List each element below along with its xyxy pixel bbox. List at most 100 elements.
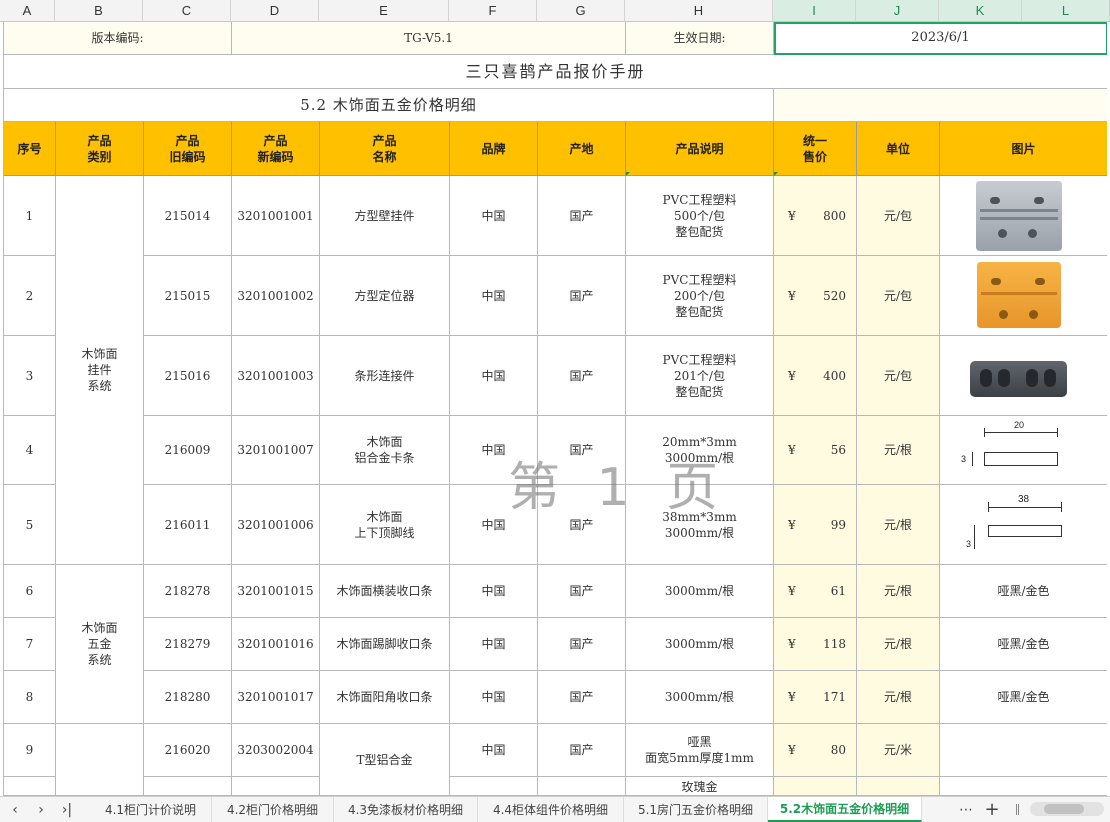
sheet-tab-1[interactable]: 4.1柜门计价说明 — [90, 797, 212, 822]
new-code-cell[interactable]: 3201001006 — [232, 485, 320, 565]
origin-cell[interactable] — [538, 777, 626, 796]
sheet-title[interactable]: 三只喜鹊产品报价手册 — [4, 55, 1107, 89]
new-code-cell[interactable]: 3201001007 — [232, 416, 320, 485]
description-cell[interactable]: 玫瑰金 — [626, 777, 774, 796]
old-code-cell[interactable]: 218280 — [144, 671, 232, 724]
brand-cell[interactable] — [450, 777, 538, 796]
column-header-D[interactable]: D — [231, 0, 319, 22]
sheet-tab-3[interactable]: 4.3免漆板材价格明细 — [334, 797, 478, 822]
version-value-cell[interactable]: TG-V5.1 — [232, 22, 626, 55]
new-code-cell[interactable]: 3201001017 — [232, 671, 320, 724]
description-cell[interactable]: PVC工程塑料 500个/包 整包配货 — [626, 176, 774, 256]
picture-cell[interactable] — [940, 777, 1107, 796]
unit-cell[interactable]: 元/根 — [857, 671, 940, 724]
unit-cell[interactable]: 元/根 — [857, 416, 940, 485]
price-cell[interactable]: ¥99 — [774, 485, 857, 565]
column-header-K[interactable]: K — [939, 0, 1022, 22]
sheet-tab-4[interactable]: 4.4柜体组件价格明细 — [478, 797, 624, 822]
tab-scroll-left-icon[interactable]: ‹ — [4, 797, 26, 822]
column-header-J[interactable]: J — [856, 0, 939, 22]
product-name-cell[interactable]: 方型定位器 — [320, 256, 450, 336]
sheet-tab-6[interactable]: 5.2木饰面五金价格明细 — [768, 797, 922, 822]
product-name-merged[interactable]: T型铝合金 — [320, 724, 450, 796]
table-header-1[interactable]: 序号 — [4, 122, 56, 176]
row-number-cell[interactable]: 2 — [4, 256, 56, 336]
unit-cell[interactable]: 元/根 — [857, 618, 940, 671]
brand-cell[interactable]: 中国 — [450, 671, 538, 724]
brand-cell[interactable]: 中国 — [450, 724, 538, 777]
product-name-cell[interactable]: 方型壁挂件 — [320, 176, 450, 256]
picture-cell[interactable]: 哑黑/金色 — [940, 565, 1107, 618]
row-number-cell[interactable] — [4, 777, 56, 796]
sheet-tab-2[interactable]: 4.2柜门价格明细 — [212, 797, 334, 822]
row-number-cell[interactable]: 7 — [4, 618, 56, 671]
tab-scroll-last-icon[interactable]: ›| — [56, 797, 78, 822]
column-header-G[interactable]: G — [537, 0, 625, 22]
product-name-cell[interactable]: 木饰面 上下顶脚线 — [320, 485, 450, 565]
price-cell[interactable]: ¥118 — [774, 618, 857, 671]
description-cell[interactable]: PVC工程塑料 201个/包 整包配货 — [626, 336, 774, 416]
origin-cell[interactable]: 国产 — [538, 256, 626, 336]
product-name-cell[interactable]: 木饰面横装收口条 — [320, 565, 450, 618]
origin-cell[interactable]: 国产 — [538, 671, 626, 724]
old-code-cell[interactable]: 215016 — [144, 336, 232, 416]
sheet-subtitle[interactable]: 5.2 木饰面五金价格明细 — [4, 89, 774, 122]
unit-cell[interactable]: 元/包 — [857, 336, 940, 416]
column-header-B[interactable]: B — [55, 0, 143, 22]
price-cell[interactable]: ¥520 — [774, 256, 857, 336]
unit-cell[interactable]: 元/米 — [857, 724, 940, 777]
description-cell[interactable]: 3000mm/根 — [626, 618, 774, 671]
unit-cell[interactable]: 元/包 — [857, 176, 940, 256]
description-cell[interactable]: 3000mm/根 — [626, 565, 774, 618]
scrollbar-thumb[interactable] — [1044, 804, 1084, 814]
old-code-cell[interactable]: 218278 — [144, 565, 232, 618]
product-name-cell[interactable]: 条形连接件 — [320, 336, 450, 416]
picture-cell[interactable] — [940, 724, 1107, 777]
price-cell[interactable]: ¥80 — [774, 724, 857, 777]
table-header-4[interactable]: 产品 新编码 — [232, 122, 320, 176]
table-header-6[interactable]: 品牌 — [450, 122, 538, 176]
brand-cell[interactable]: 中国 — [450, 618, 538, 671]
brand-cell[interactable]: 中国 — [450, 565, 538, 618]
more-tabs-icon[interactable]: ⋯ — [956, 797, 976, 822]
description-cell[interactable]: 20mm*3mm 3000mm/根 — [626, 416, 774, 485]
row-number-cell[interactable]: 1 — [4, 176, 56, 256]
description-cell[interactable]: PVC工程塑料 200个/包 整包配货 — [626, 256, 774, 336]
brand-cell[interactable]: 中国 — [450, 336, 538, 416]
version-label-cell[interactable]: 版本编码: — [4, 22, 232, 55]
column-header-A[interactable]: A — [0, 0, 55, 22]
table-header-8[interactable]: 产品说明 — [626, 122, 774, 176]
picture-cell[interactable]: 哑黑/金色 — [940, 671, 1107, 724]
row-number-cell[interactable]: 6 — [4, 565, 56, 618]
new-code-cell[interactable]: 3201001001 — [232, 176, 320, 256]
spreadsheet-grid[interactable]: 版本编码: TG-V5.1 生效日期: 2023/6/1 三只喜鹊产品报价手册 5.2 木… — [3, 22, 1107, 796]
origin-cell[interactable]: 国产 — [538, 416, 626, 485]
origin-cell[interactable]: 国产 — [538, 724, 626, 777]
unit-cell[interactable]: 元/根 — [857, 565, 940, 618]
new-code-cell[interactable]: 3201001003 — [232, 336, 320, 416]
new-code-cell[interactable]: 3201001015 — [232, 565, 320, 618]
product-name-cell[interactable]: 木饰面阳角收口条 — [320, 671, 450, 724]
origin-cell[interactable]: 国产 — [538, 336, 626, 416]
new-code-cell[interactable]: 3201001002 — [232, 256, 320, 336]
table-header-10[interactable]: 单位 — [857, 122, 940, 176]
column-header-F[interactable]: F — [449, 0, 537, 22]
row-number-cell[interactable]: 8 — [4, 671, 56, 724]
price-cell[interactable]: ¥61 — [774, 565, 857, 618]
table-header-5[interactable]: 产品 名称 — [320, 122, 450, 176]
table-header-7[interactable]: 产地 — [538, 122, 626, 176]
column-header-H[interactable]: H — [625, 0, 773, 22]
sheet-tab-5[interactable]: 5.1房门五金价格明细 — [624, 797, 768, 822]
brand-cell[interactable]: 中国 — [450, 416, 538, 485]
price-cell[interactable]: ¥56 — [774, 416, 857, 485]
column-header-E[interactable]: E — [319, 0, 449, 22]
origin-cell[interactable]: 国产 — [538, 485, 626, 565]
blank-cell[interactable] — [774, 89, 1107, 122]
table-header-11[interactable]: 图片 — [940, 122, 1107, 176]
product-name-cell[interactable]: 木饰面踢脚收口条 — [320, 618, 450, 671]
row-number-cell[interactable]: 9 — [4, 724, 56, 777]
brand-cell[interactable]: 中国 — [450, 176, 538, 256]
horizontal-scrollbar[interactable] — [1030, 802, 1104, 816]
unit-cell[interactable]: 元/根 — [857, 485, 940, 565]
column-header-I[interactable]: I — [773, 0, 856, 22]
